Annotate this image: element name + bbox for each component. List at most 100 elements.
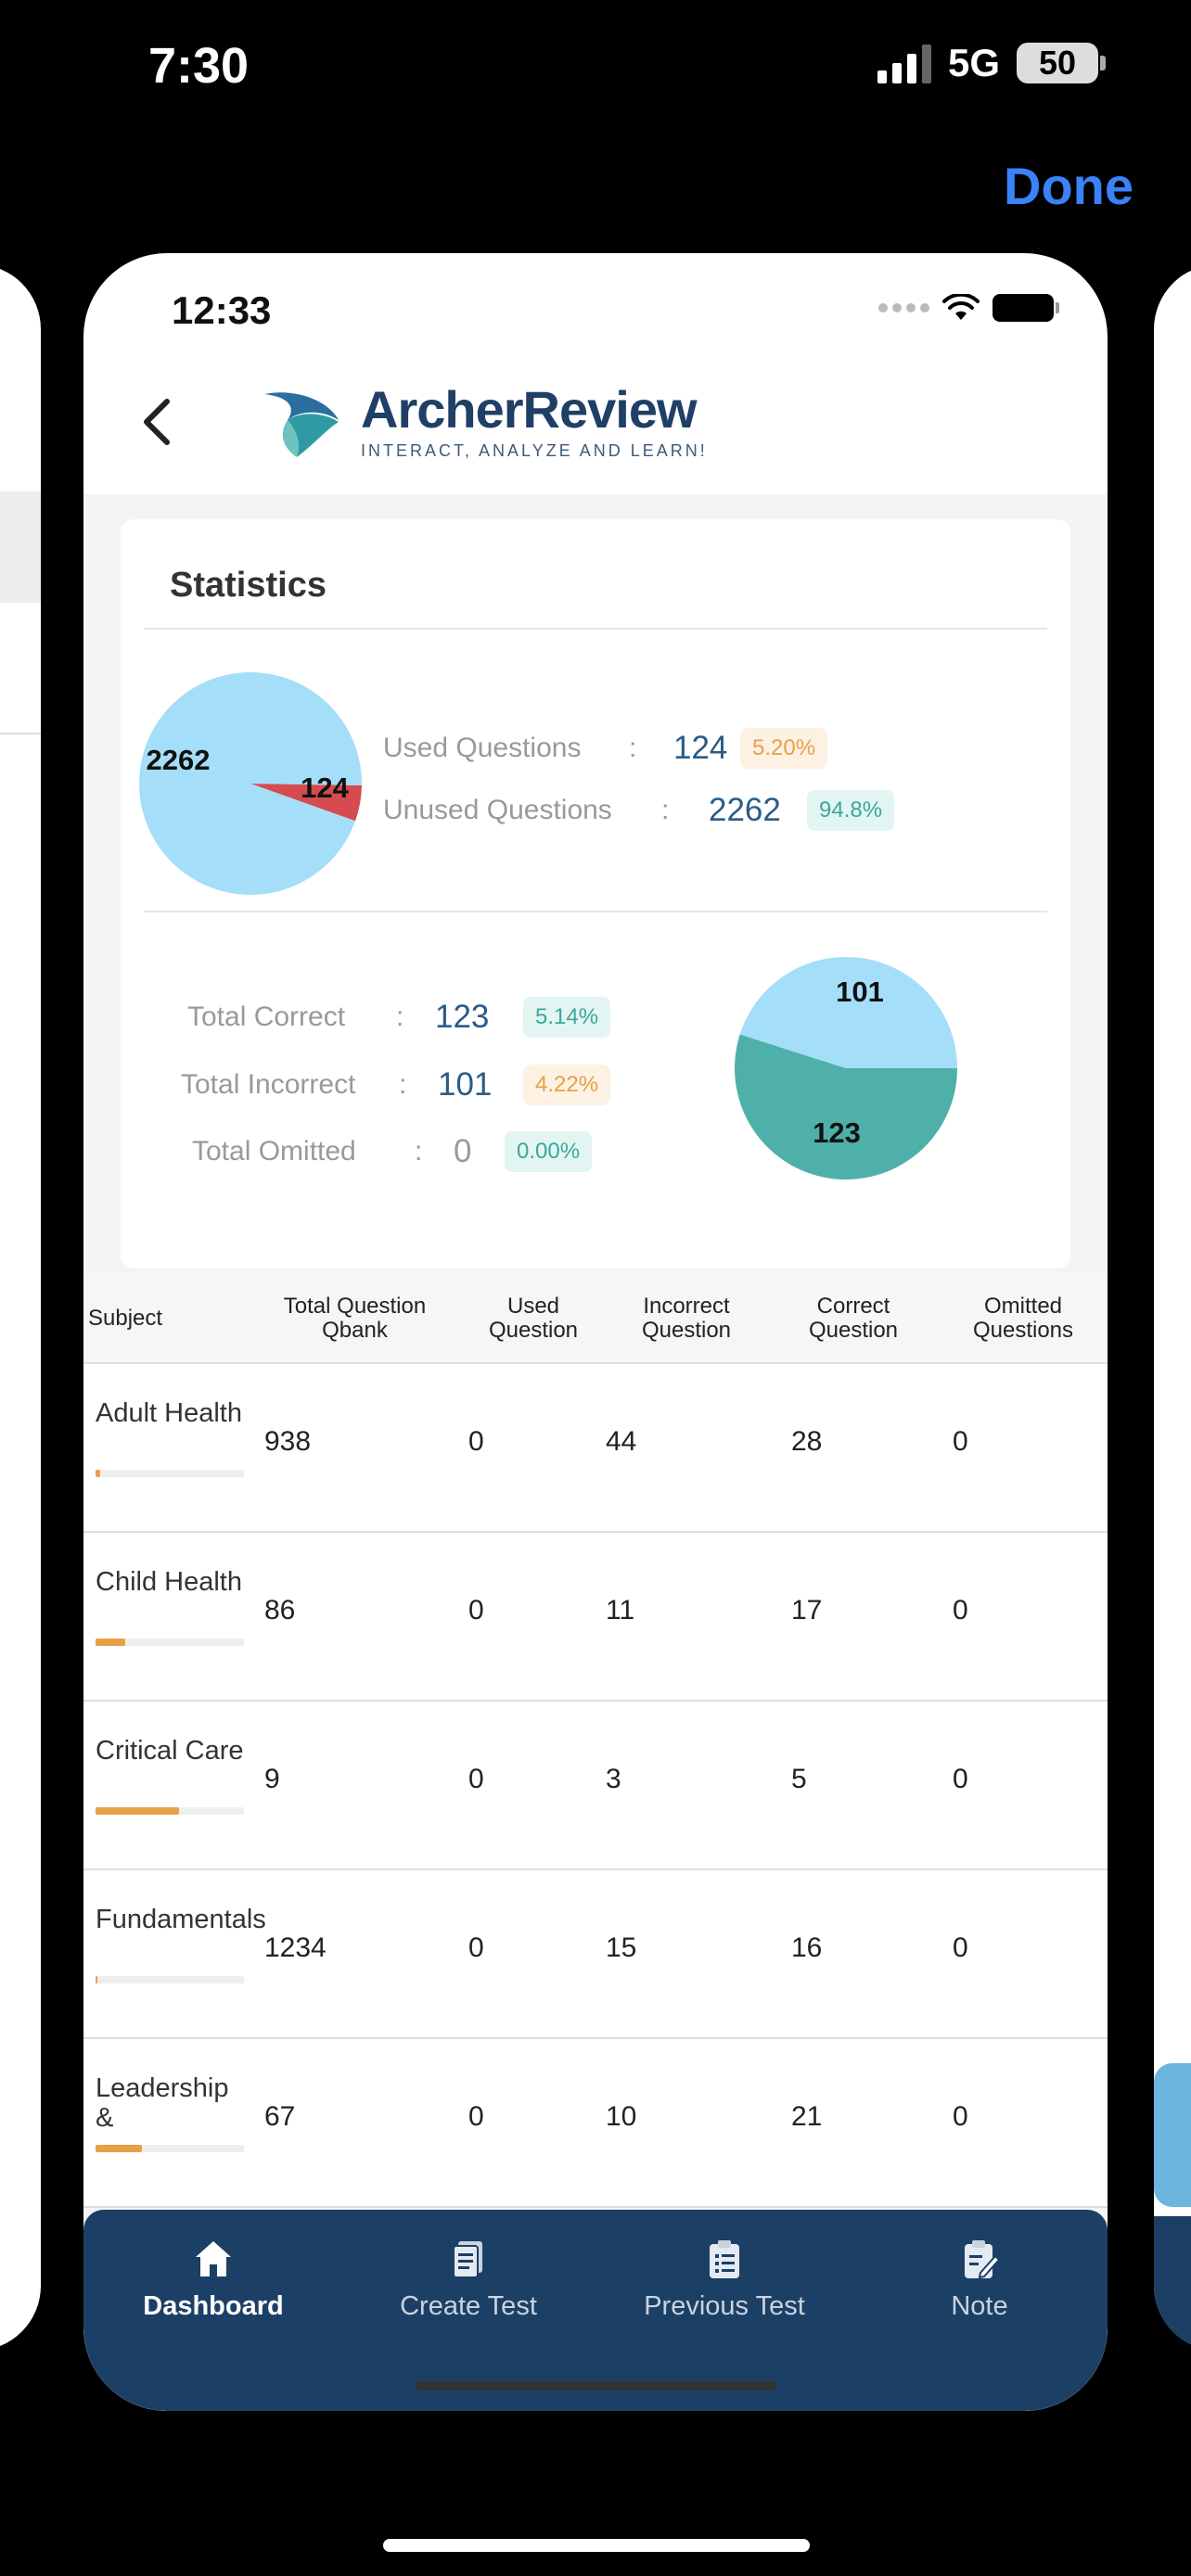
table-row[interactable]: Fundamentals 1234 0 15 16 0 [83,1870,1108,2039]
app-header: ArcherReview INTERACT, ANALYZE AND LEARN… [83,346,1108,494]
total-incorrect-percent: 4.22% [523,1065,611,1105]
total-omitted-value: 0 [454,1133,472,1169]
note-icon [965,2240,1001,2279]
archer-review-logo: ArcherReview INTERACT, ANALYZE AND LEARN… [260,383,708,462]
nav-note[interactable]: Note [868,2238,1091,2322]
row-incorrect: 15 [606,1932,637,1963]
battery-level: 50 [1038,44,1077,82]
nav-dashboard-label: Dashboard [143,2291,284,2321]
row-subject: Critical Care [96,1736,244,1766]
device-time: 7:30 [148,38,250,94]
total-omitted-row: Total Omitted : 0 0.00% [192,1131,593,1172]
row-correct: 5 [791,1764,807,1794]
signal-icon [877,43,931,83]
table-header: Subject Total Question Qbank Used Questi… [83,1273,1108,1364]
row-incorrect: 44 [606,1426,637,1457]
total-correct-colon: : [396,1001,404,1032]
used-questions-label: Used Questions [383,733,582,763]
app-status-time: 12:33 [172,288,272,332]
row-progress-bar [96,1470,244,1477]
header-used: Used Question [488,1293,579,1343]
row-progress-bar [96,1639,244,1646]
app-battery-icon [992,294,1059,322]
total-correct-label: Total Correct [187,1001,346,1032]
row-progress-bar [96,1807,244,1815]
row-total: 9 [264,1764,280,1794]
row-total: 67 [264,2101,296,2132]
results-pie-chart: 123 101 [735,957,957,1180]
device-status-icons: 5G 50 [877,41,1106,85]
row-progress-fill [96,1470,100,1477]
next-app-blue-block [1154,2063,1191,2207]
previous-app-card[interactable] [0,264,41,2351]
archer-logo-icon [264,392,339,457]
battery-icon: 50 [1017,43,1106,83]
row-omitted: 0 [953,1764,968,1794]
row-progress-fill [96,2145,142,2152]
home-icon [196,2241,231,2276]
row-subject: Leadership & [96,2073,229,2133]
total-correct-value: 123 [435,999,490,1035]
table-body: Adult Health 938 0 44 28 0 Child Health 86 0 11 17… [83,1364,1108,2208]
header-omitted: Omitted Questions [972,1293,1074,1343]
row-progress-fill [96,1639,125,1646]
brand-name: ArcherReview [361,380,698,439]
row-omitted: 0 [953,1595,968,1626]
table-row[interactable]: Critical Care 9 0 3 5 0 [83,1702,1108,1870]
row-correct: 16 [791,1932,823,1963]
done-button[interactable]: Done [1004,156,1133,216]
previous-app-header-strip [0,491,41,603]
row-progress-fill [96,1807,179,1815]
total-correct-percent: 5.14% [523,997,611,1038]
row-progress-bar [96,1976,244,1983]
total-incorrect-label: Total Incorrect [181,1069,356,1100]
unused-questions-value: 2262 [709,792,781,828]
row-total: 938 [264,1426,312,1457]
header-correct: Correct Question [808,1293,899,1343]
nav-dashboard[interactable]: Dashboard [102,2238,325,2322]
row-total: 86 [264,1595,296,1626]
device-status-bar: 7:30 5G 50 [0,0,1191,139]
row-omitted: 0 [953,1426,968,1457]
header-incorrect: Incorrect Question [641,1293,732,1343]
device-home-indicator[interactable] [383,2539,810,2552]
row-subject: Fundamentals [96,1905,266,1934]
header-total: Total Question Qbank [283,1293,427,1343]
used-questions-row: Used Questions : 124 5.20% [383,728,828,769]
total-omitted-percent: 0.00% [505,1131,593,1172]
unused-questions-label: Unused Questions [383,795,612,825]
document-icon [453,2241,482,2278]
wifi-icon [942,294,980,320]
next-app-card[interactable] [1154,264,1191,2351]
nav-previous-test[interactable]: Previous Test [613,2238,836,2322]
used-questions-colon: : [629,733,637,763]
row-incorrect: 3 [606,1764,621,1794]
row-subject: Adult Health [96,1398,242,1428]
table-row[interactable]: Child Health 86 0 11 17 0 [83,1533,1108,1702]
pie-slice-label: 123 [813,1116,861,1149]
statistics-divider-top [144,628,1047,630]
app-home-indicator [415,2381,776,2391]
total-incorrect-row: Total Incorrect : 101 4.22% [181,1065,611,1105]
statistics-card: Statistics 124 2262 Used Questions : 124 … [121,519,1070,1269]
statistics-divider-middle [144,911,1047,912]
row-omitted: 0 [953,1932,968,1963]
app-card[interactable]: 12:33 ArcherReview INTERACT, ANALYZE AND… [83,253,1108,2411]
row-used: 0 [468,1426,484,1457]
row-total: 1234 [264,1932,327,1963]
back-chevron-icon[interactable] [130,394,186,450]
nav-previous-test-label: Previous Test [644,2291,805,2321]
row-used: 0 [468,1595,484,1626]
used-questions-percent: 5.20% [740,728,828,769]
row-correct: 28 [791,1426,823,1457]
total-correct-row: Total Correct : 123 5.14% [187,997,611,1038]
used-questions-value: 124 [673,730,728,766]
row-correct: 17 [791,1595,823,1626]
nav-create-test[interactable]: Create Test [357,2238,580,2322]
table-row[interactable]: Adult Health 938 0 44 28 0 [83,1364,1108,1533]
row-progress-bar [96,2145,244,2152]
statistics-title: Statistics [170,566,327,605]
table-row[interactable]: Leadership & 67 0 10 21 0 [83,2039,1108,2208]
row-correct: 21 [791,2101,823,2132]
header-subject: Subject [88,1305,163,1331]
